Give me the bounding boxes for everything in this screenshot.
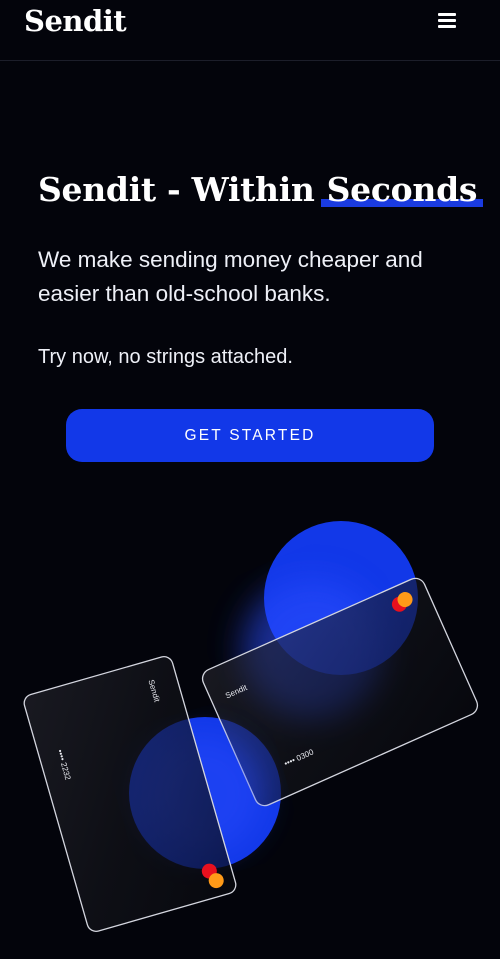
menu-bar-top [438, 13, 456, 16]
hero-title-main: Sendit - Within [38, 170, 315, 209]
top-nav: Sendit [0, 0, 500, 61]
hero-title-highlight: Seconds [320, 170, 484, 209]
menu-bar-bottom [438, 25, 456, 28]
hero-subtitle: We make sending money cheaper and easier… [38, 247, 423, 306]
hero-note: Try now, no strings attached. [38, 346, 293, 368]
hero-title: Sendit - Within Seconds [38, 170, 484, 209]
cards-illustration: Sendit •••• 0300 Sendit •••• 2232 [23, 521, 479, 932]
get-started-button[interactable]: GET STARTED [66, 409, 434, 462]
menu-bar-middle [438, 19, 456, 22]
hamburger-menu-icon[interactable] [436, 10, 458, 32]
brand-logo[interactable]: Sendit [24, 4, 127, 38]
